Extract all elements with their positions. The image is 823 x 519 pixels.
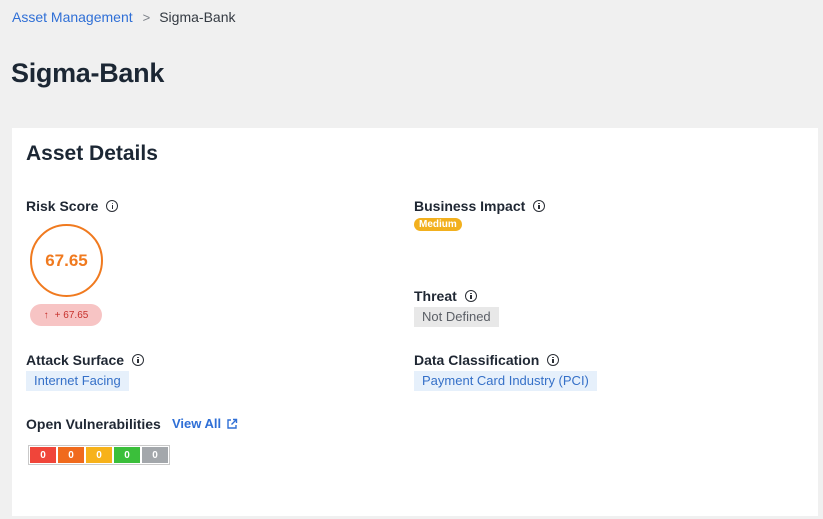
vuln-low-count[interactable]: 0 (114, 447, 140, 463)
open-vulnerabilities-label-group: Open Vulnerabilities (26, 416, 161, 432)
data-classification-label-group: Data Classification (414, 352, 560, 368)
view-all-link[interactable]: View All (172, 416, 238, 431)
attack-surface-label: Attack Surface (26, 352, 125, 368)
business-impact-badge: Medium (414, 218, 462, 231)
risk-score-delta: + 67.65 (54, 309, 89, 321)
attack-surface-label-group: Attack Surface (26, 352, 145, 368)
page-title: Sigma-Bank (11, 58, 165, 88)
risk-score-label-group: Risk Score (26, 198, 119, 214)
threat-value-tag: Not Defined (414, 307, 499, 327)
info-icon[interactable] (106, 200, 119, 212)
threat-label-group: Threat (414, 288, 477, 304)
asset-details-card: Asset Details Risk Score 67.65 ↑ + 67.65… (12, 128, 818, 516)
vuln-high-count[interactable]: 0 (58, 447, 84, 463)
vuln-medium-count[interactable]: 0 (86, 447, 112, 463)
risk-score-delta-badge: ↑ + 67.65 (30, 304, 102, 326)
chevron-right-icon: > (142, 9, 151, 25)
card-title: Asset Details (26, 142, 158, 165)
breadcrumb-asset-management-link[interactable]: Asset Management (12, 9, 133, 25)
info-icon[interactable] (132, 354, 145, 366)
risk-score-label: Risk Score (26, 198, 99, 214)
vuln-critical-count[interactable]: 0 (30, 447, 56, 463)
risk-score-circle: 67.65 (30, 224, 103, 297)
business-impact-label-group: Business Impact (414, 198, 546, 214)
info-icon[interactable] (533, 200, 546, 212)
data-classification-tag: Payment Card Industry (PCI) (414, 371, 597, 391)
data-classification-label: Data Classification (414, 352, 540, 368)
vulnerability-counts: 0 0 0 0 0 (28, 445, 170, 465)
arrow-up-icon: ↑ (43, 309, 49, 321)
info-icon[interactable] (547, 354, 560, 366)
vuln-info-count[interactable]: 0 (142, 447, 168, 463)
attack-surface-tag: Internet Facing (26, 371, 129, 391)
risk-score-value: 67.65 (45, 250, 88, 270)
breadcrumb-current: Sigma-Bank (159, 9, 236, 25)
business-impact-label: Business Impact (414, 198, 526, 214)
threat-label: Threat (414, 288, 457, 304)
external-link-icon (227, 418, 238, 429)
open-vulnerabilities-label: Open Vulnerabilities (26, 416, 161, 432)
view-all-label: View All (172, 416, 222, 431)
info-icon[interactable] (464, 290, 477, 302)
breadcrumb: Asset Management > Sigma-Bank (12, 9, 235, 25)
